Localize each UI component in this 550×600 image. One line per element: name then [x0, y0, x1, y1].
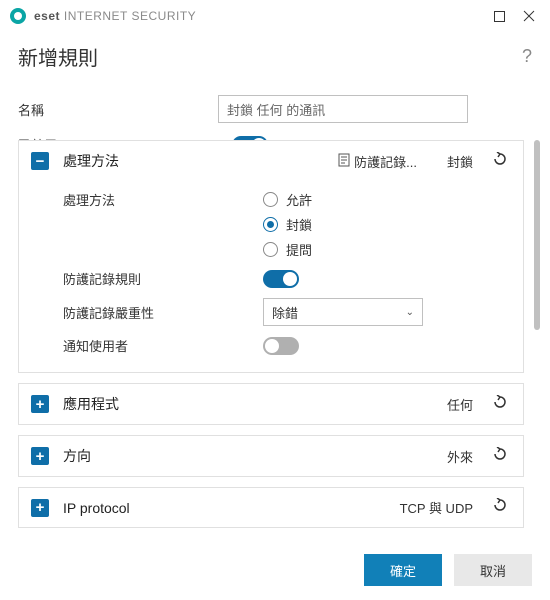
name-label: 名稱 — [18, 100, 218, 119]
eset-logo-icon — [10, 8, 26, 24]
section-app-header[interactable]: + 應用程式 任何 — [19, 384, 523, 424]
section-app-title: 應用程式 — [63, 394, 447, 414]
radio-ask[interactable]: 提問 — [263, 240, 312, 259]
section-handling-title: 處理方法 — [63, 151, 338, 171]
section-direction-header[interactable]: + 方向 外來 — [19, 436, 523, 476]
collapse-icon: − — [31, 152, 49, 170]
section-direction-title: 方向 — [63, 446, 447, 466]
radio-icon — [263, 192, 278, 207]
help-icon[interactable]: ? — [522, 46, 532, 67]
section-protocol-summary: TCP 與 UDP — [400, 498, 473, 517]
section-protocol-header[interactable]: + IP protocol TCP 與 UDP — [19, 488, 523, 527]
reset-icon[interactable] — [491, 498, 511, 517]
scrollbar[interactable] — [534, 140, 540, 530]
log-rule-label: 防護記錄規則 — [63, 269, 263, 288]
section-protocol-title: IP protocol — [63, 500, 400, 516]
radio-icon — [263, 242, 278, 257]
scrollbar-thumb[interactable] — [534, 140, 540, 330]
reset-icon[interactable] — [491, 447, 511, 466]
notify-toggle[interactable] — [263, 337, 299, 355]
method-label: 處理方法 — [63, 190, 263, 209]
maximize-button[interactable] — [484, 4, 514, 28]
page-title: 新增規則 — [18, 42, 98, 71]
section-protocol: + IP protocol TCP 與 UDP — [18, 487, 524, 528]
cancel-button[interactable]: 取消 — [454, 554, 532, 586]
severity-label: 防護記錄嚴重性 — [63, 303, 263, 322]
section-app-summary: 任何 — [447, 395, 473, 414]
section-handling-header[interactable]: − 處理方法 防護記錄... 封鎖 — [19, 141, 523, 181]
section-app: + 應用程式 任何 — [18, 383, 524, 425]
notify-label: 通知使用者 — [63, 336, 263, 355]
reset-icon[interactable] — [491, 152, 511, 171]
expand-icon: + — [31, 499, 49, 517]
reset-icon[interactable] — [491, 395, 511, 414]
brand-text: eset INTERNET SECURITY — [34, 9, 196, 23]
section-handling-summary: 封鎖 — [447, 152, 473, 171]
log-rule-toggle[interactable] — [263, 270, 299, 288]
close-button[interactable] — [514, 4, 544, 28]
expand-icon: + — [31, 395, 49, 413]
radio-allow[interactable]: 允許 — [263, 190, 312, 209]
section-direction: + 方向 外來 — [18, 435, 524, 477]
radio-block[interactable]: 封鎖 — [263, 215, 312, 234]
expand-icon: + — [31, 447, 49, 465]
document-icon — [338, 153, 350, 170]
radio-icon — [263, 217, 278, 232]
ok-button[interactable]: 確定 — [364, 554, 442, 586]
logging-link[interactable]: 防護記錄... — [338, 152, 417, 171]
section-direction-summary: 外來 — [447, 447, 473, 466]
rule-name-input[interactable] — [218, 95, 468, 123]
chevron-down-icon: ⌄ — [406, 307, 414, 318]
severity-select[interactable]: 除錯 ⌄ — [263, 298, 423, 326]
section-handling: − 處理方法 防護記錄... 封鎖 處理方法 — [18, 140, 524, 373]
